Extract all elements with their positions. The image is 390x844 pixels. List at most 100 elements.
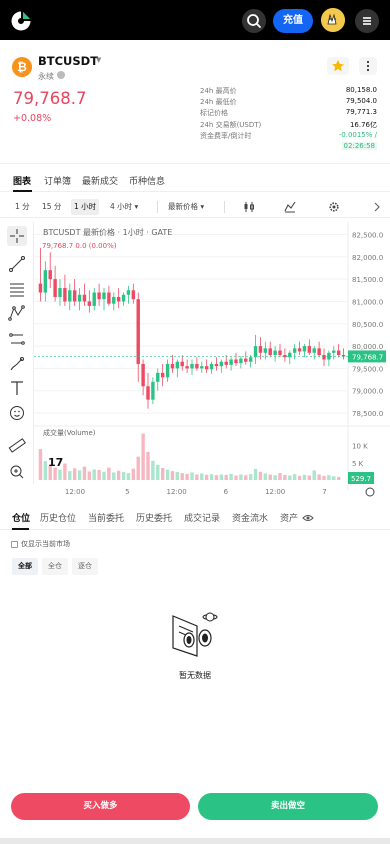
last-price: 79,768.7 [13, 89, 87, 108]
buy-long-button[interactable]: 买入做多 [11, 793, 190, 820]
candle-body [248, 357, 253, 362]
pattern-tool[interactable] [7, 303, 27, 323]
sell-short-button[interactable]: 卖出做空 [198, 793, 378, 820]
indicators-icon[interactable] [284, 201, 296, 213]
projection-icon [9, 333, 25, 345]
trendline-tool[interactable] [7, 254, 27, 274]
volume-bar [126, 473, 131, 480]
stat-label: 标记价格 [200, 109, 228, 118]
emoji-tool[interactable] [7, 403, 27, 423]
smiley-icon [10, 406, 24, 420]
change-percent: +0.08% [13, 113, 52, 124]
fib-tool[interactable] [7, 279, 27, 299]
menu-button[interactable] [355, 9, 379, 33]
trendline-icon [9, 256, 25, 272]
tab-chart[interactable]: 图表 [13, 174, 31, 187]
chart-canvas[interactable]: 82,500.0 82,000.0 81,500.0 81,000.0 80,500.0… [34, 222, 390, 500]
symbol-selector[interactable]: BTCUSDT [38, 54, 98, 68]
more-button[interactable] [359, 57, 377, 75]
tab-recent-trades[interactable]: 最新成交 [82, 174, 118, 187]
info-icon[interactable] [57, 71, 65, 79]
volume-bar [131, 468, 136, 480]
candle-body [58, 288, 62, 297]
chart-tabs: 图表 订单簿 最新成交 币种信息 [0, 170, 390, 192]
deposit-button[interactable]: 充值 [273, 9, 313, 33]
stat-funding-countdown: 02:26:58 [200, 141, 377, 153]
logo-icon[interactable] [10, 10, 32, 32]
projection-tool[interactable] [7, 329, 27, 349]
tab-trade-history[interactable]: 成交记录 [184, 511, 220, 524]
candle-body [77, 294, 82, 302]
chart-legend: BTCUSDT 最新价格 · 1小时 · GATE [43, 228, 173, 237]
favorite-button[interactable] [327, 57, 349, 75]
current-market-label[interactable]: 仅显示当前市场 [21, 539, 70, 549]
avatar-icon [321, 8, 345, 32]
candle-body [107, 292, 111, 304]
brush-tool[interactable] [7, 354, 27, 374]
candle-type-icon[interactable] [243, 201, 255, 213]
price-type-select[interactable]: 最新价格 ▾ [165, 199, 207, 215]
candle-body [312, 348, 316, 353]
candle-body [302, 346, 307, 352]
settings-icon[interactable] [328, 201, 340, 213]
ticker-stats: 24h 最高价 80,158.0 24h 最低价 79,504.0 标记价格 7… [200, 86, 377, 153]
filter-all[interactable]: 全部 [12, 558, 38, 575]
interval-15m[interactable]: 15 分 [39, 199, 64, 215]
candle-body [160, 372, 165, 378]
volume-bar [175, 472, 180, 480]
eye-icon[interactable] [302, 513, 314, 523]
tab-positions[interactable]: 仓位 [12, 511, 30, 524]
ruler-tool[interactable] [7, 435, 27, 455]
tab-order-history[interactable]: 历史委托 [136, 511, 172, 524]
volume-bar [170, 471, 175, 480]
volume-bar [288, 475, 292, 480]
candle-body [190, 363, 194, 369]
avatar[interactable] [321, 8, 345, 32]
filter-isolated[interactable]: 逐仓 [72, 558, 98, 575]
interval-1h[interactable]: 1 小时 [71, 199, 100, 215]
candle-body [219, 361, 224, 367]
volume-bar [63, 463, 67, 480]
time-tick-label: 6 [224, 488, 229, 496]
price-chart[interactable]: 82,500.0 82,000.0 81,500.0 81,000.0 80,500.0… [34, 222, 390, 500]
zoom-tool[interactable] [7, 462, 27, 482]
interval-1m[interactable]: 1 分 [12, 199, 33, 215]
filter-cross[interactable]: 全仓 [42, 558, 68, 575]
tab-coin-info[interactable]: 币种信息 [129, 174, 165, 187]
chevron-right-icon[interactable] [372, 201, 382, 213]
time-tick-label: 7 [322, 488, 326, 496]
volume-bar [68, 471, 72, 480]
candle-body [307, 346, 312, 353]
volume-bar [58, 469, 62, 480]
interval-4h[interactable]: 4 小时 ▾ [107, 199, 141, 215]
search-button[interactable] [242, 9, 266, 33]
crosshair-tool[interactable] [7, 226, 27, 246]
candle-body [234, 359, 238, 364]
volume-bar [248, 474, 253, 480]
text-tool[interactable] [7, 378, 27, 398]
candle-body [239, 358, 243, 364]
tab-funding-flow[interactable]: 资金流水 [232, 511, 268, 524]
tab-position-history[interactable]: 历史仓位 [40, 511, 76, 524]
volume-bar [209, 474, 214, 480]
candle-body [170, 363, 175, 369]
stat-label: 资金费率/倒计时 [200, 131, 252, 140]
current-market-checkbox[interactable] [11, 541, 18, 548]
volume-tick-label: 5 K [352, 460, 364, 468]
volume-bar [97, 470, 101, 480]
volume-bar [156, 464, 160, 480]
candle-body [224, 361, 228, 365]
ruler-icon [8, 438, 26, 453]
volume-bar [195, 474, 199, 480]
tab-orderbook[interactable]: 订单簿 [44, 174, 71, 187]
active-tab-indicator [12, 528, 29, 530]
volume-bar [214, 475, 219, 480]
tab-open-orders[interactable]: 当前委托 [88, 511, 124, 524]
time-tick-label: 12:00 [167, 488, 187, 496]
volume-bar [283, 474, 287, 480]
candle-body [263, 348, 268, 353]
tab-assets[interactable]: 资产 [280, 511, 298, 524]
volume-bar [297, 475, 302, 480]
chart-ohlc: 79,768.7 0.0 (0.00%) [42, 242, 117, 250]
caret-down-icon[interactable]: ▼ [96, 56, 101, 64]
